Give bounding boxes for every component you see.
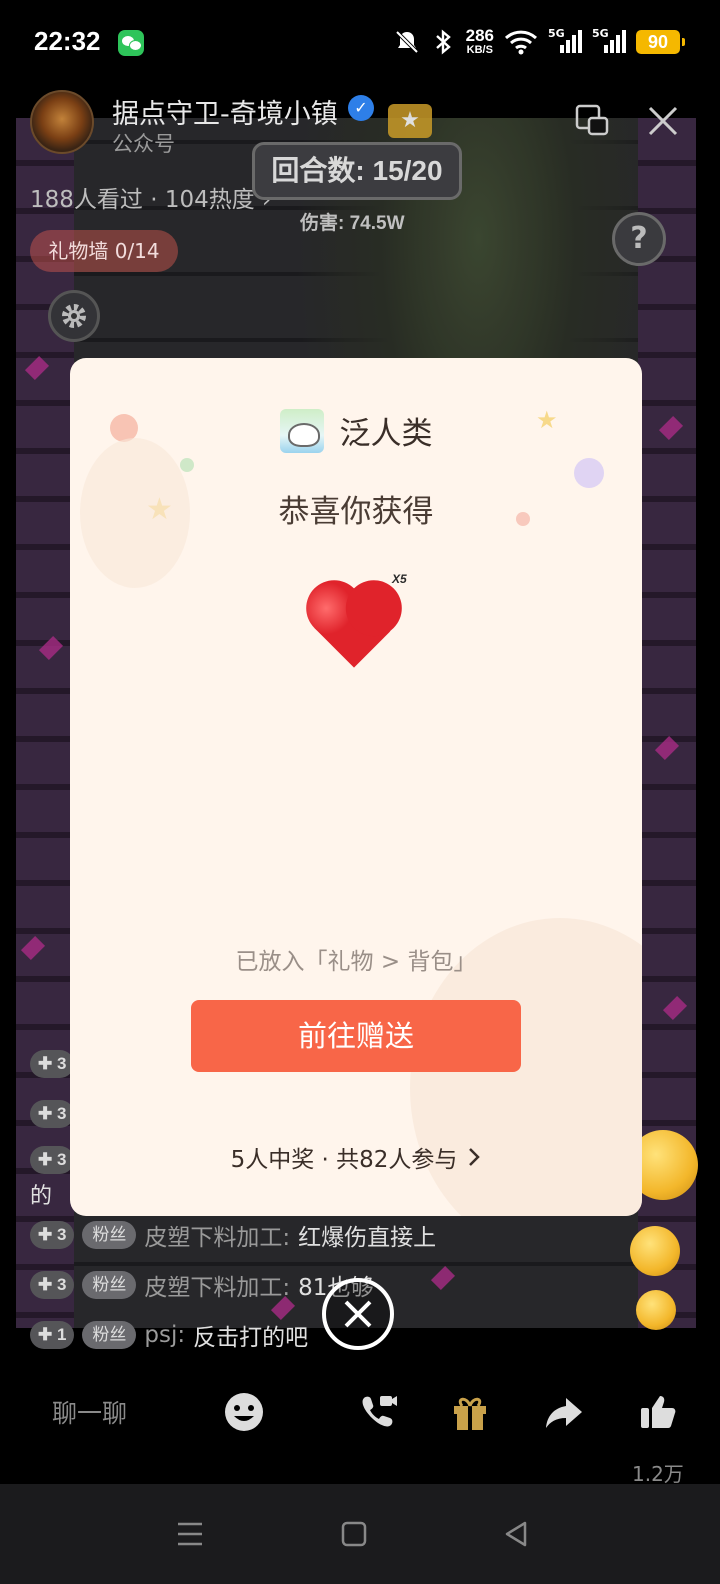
menu-icon[interactable] (162, 1506, 218, 1562)
chat-username[interactable]: 皮塑下料加工: (144, 1218, 290, 1252)
fan-badge: 粉丝 (82, 1271, 137, 1299)
back-icon[interactable] (488, 1506, 544, 1562)
status-icons: 286 KB/S 5G 5G 90 (394, 24, 685, 60)
system-nav-bar (0, 1484, 720, 1584)
verified-icon: ✓ (348, 95, 374, 121)
battery-icon: 90 (636, 30, 685, 54)
chat-line: ✚ 3 (30, 1050, 75, 1078)
help-button[interactable]: ? (612, 212, 666, 266)
channel-avatar[interactable] (30, 90, 94, 154)
chat-message: 反击打的吧 (193, 1325, 309, 1351)
chat-line: ✚ 1 粉丝 psj: 反击打的吧 (30, 1318, 308, 1352)
emoji-reaction-icon (636, 1290, 676, 1330)
gift-quantity: X5 (392, 572, 407, 586)
chat-input[interactable]: 聊一聊 (52, 1394, 127, 1430)
chat-text: 的 (30, 1184, 53, 1209)
like-icon[interactable] (636, 1390, 680, 1434)
go-send-button[interactable]: 前往赠送 (191, 1000, 521, 1072)
prize-header: 泛人类 (70, 408, 642, 453)
star-badge-icon[interactable]: ★ (388, 104, 432, 138)
status-bar: 22:32 286 KB/S 5G 5G 90 (0, 0, 720, 84)
home-icon[interactable] (326, 1506, 382, 1562)
network-speed: 286 KB/S (465, 26, 494, 56)
settings-gear-icon[interactable] (48, 290, 100, 342)
prize-modal: ★ ★ 泛人类 恭喜你获得 X5 已放入「礼物 > 背包」 前往赠送 5人中奖 … (70, 358, 642, 1216)
bluetooth-icon (430, 29, 456, 55)
level-badge: ✚ 3 (30, 1221, 75, 1249)
like-count: 1.2万 (632, 1462, 684, 1486)
signal-icon: 5G (592, 27, 626, 55)
fan-badge: 粉丝 (82, 1321, 137, 1349)
wechat-icon (118, 30, 144, 56)
winners-text: 5人中奖 · 共82人参与 (230, 1147, 458, 1173)
signal-icon: 5G (548, 27, 582, 55)
chat-line: ✚ 3 粉丝 皮塑下料加工: 红爆伤直接上 (30, 1218, 436, 1252)
fan-badge: 粉丝 (82, 1221, 137, 1249)
chevron-right-icon (469, 1148, 481, 1166)
winners-link[interactable]: 5人中奖 · 共82人参与 (70, 1140, 642, 1174)
floating-window-icon[interactable] (575, 104, 609, 136)
level-badge: ✚ 3 (30, 1050, 75, 1078)
prize-name: 泛人类 (339, 416, 433, 452)
gift-wall-button[interactable]: 礼物墙 0/14 (30, 230, 178, 272)
close-icon[interactable] (646, 104, 680, 138)
bottom-toolbar: 聊一聊 (0, 1372, 720, 1452)
chat-line: ✚ 3 (30, 1146, 75, 1174)
chat-line: ✚ 3 粉丝 皮塑下料加工: 81也够 (30, 1268, 373, 1302)
congrats-text: 恭喜你获得 (278, 494, 434, 530)
chat-username[interactable]: 皮塑下料加工: (144, 1268, 290, 1302)
channel-type: 公众号 (112, 132, 175, 156)
level-badge: ✚ 3 (30, 1271, 75, 1299)
modal-close-button[interactable] (322, 1278, 394, 1350)
video-call-icon[interactable] (356, 1390, 400, 1434)
mute-bell-icon (394, 29, 420, 55)
chat-username[interactable]: psj: (144, 1322, 185, 1348)
status-time: 22:32 (34, 26, 101, 56)
round-counter: 回合数: 15/20 (252, 142, 462, 200)
level-badge: ✚ 3 (30, 1146, 75, 1174)
level-badge: ✚ 3 (30, 1100, 75, 1128)
chat-line: ✚ 3 (30, 1100, 75, 1128)
channel-name[interactable]: 据点守卫-奇境小镇 (112, 92, 338, 131)
emoji-icon[interactable] (222, 1390, 266, 1434)
gift-icon[interactable] (448, 1390, 492, 1434)
damage-readout: 伤害: 74.5W (300, 213, 405, 234)
placed-note: 已放入「礼物 > 背包」 (235, 949, 477, 975)
prize-user-avatar (279, 408, 324, 453)
heart-gift-icon (314, 580, 398, 668)
viewer-stats[interactable]: 188人看过 · 104热度 › (30, 180, 271, 214)
share-icon[interactable] (542, 1390, 586, 1434)
wifi-icon (504, 29, 538, 55)
emoji-reaction-icon (630, 1226, 680, 1276)
chat-message: 红爆伤直接上 (298, 1225, 437, 1251)
level-badge: ✚ 1 (30, 1321, 75, 1349)
